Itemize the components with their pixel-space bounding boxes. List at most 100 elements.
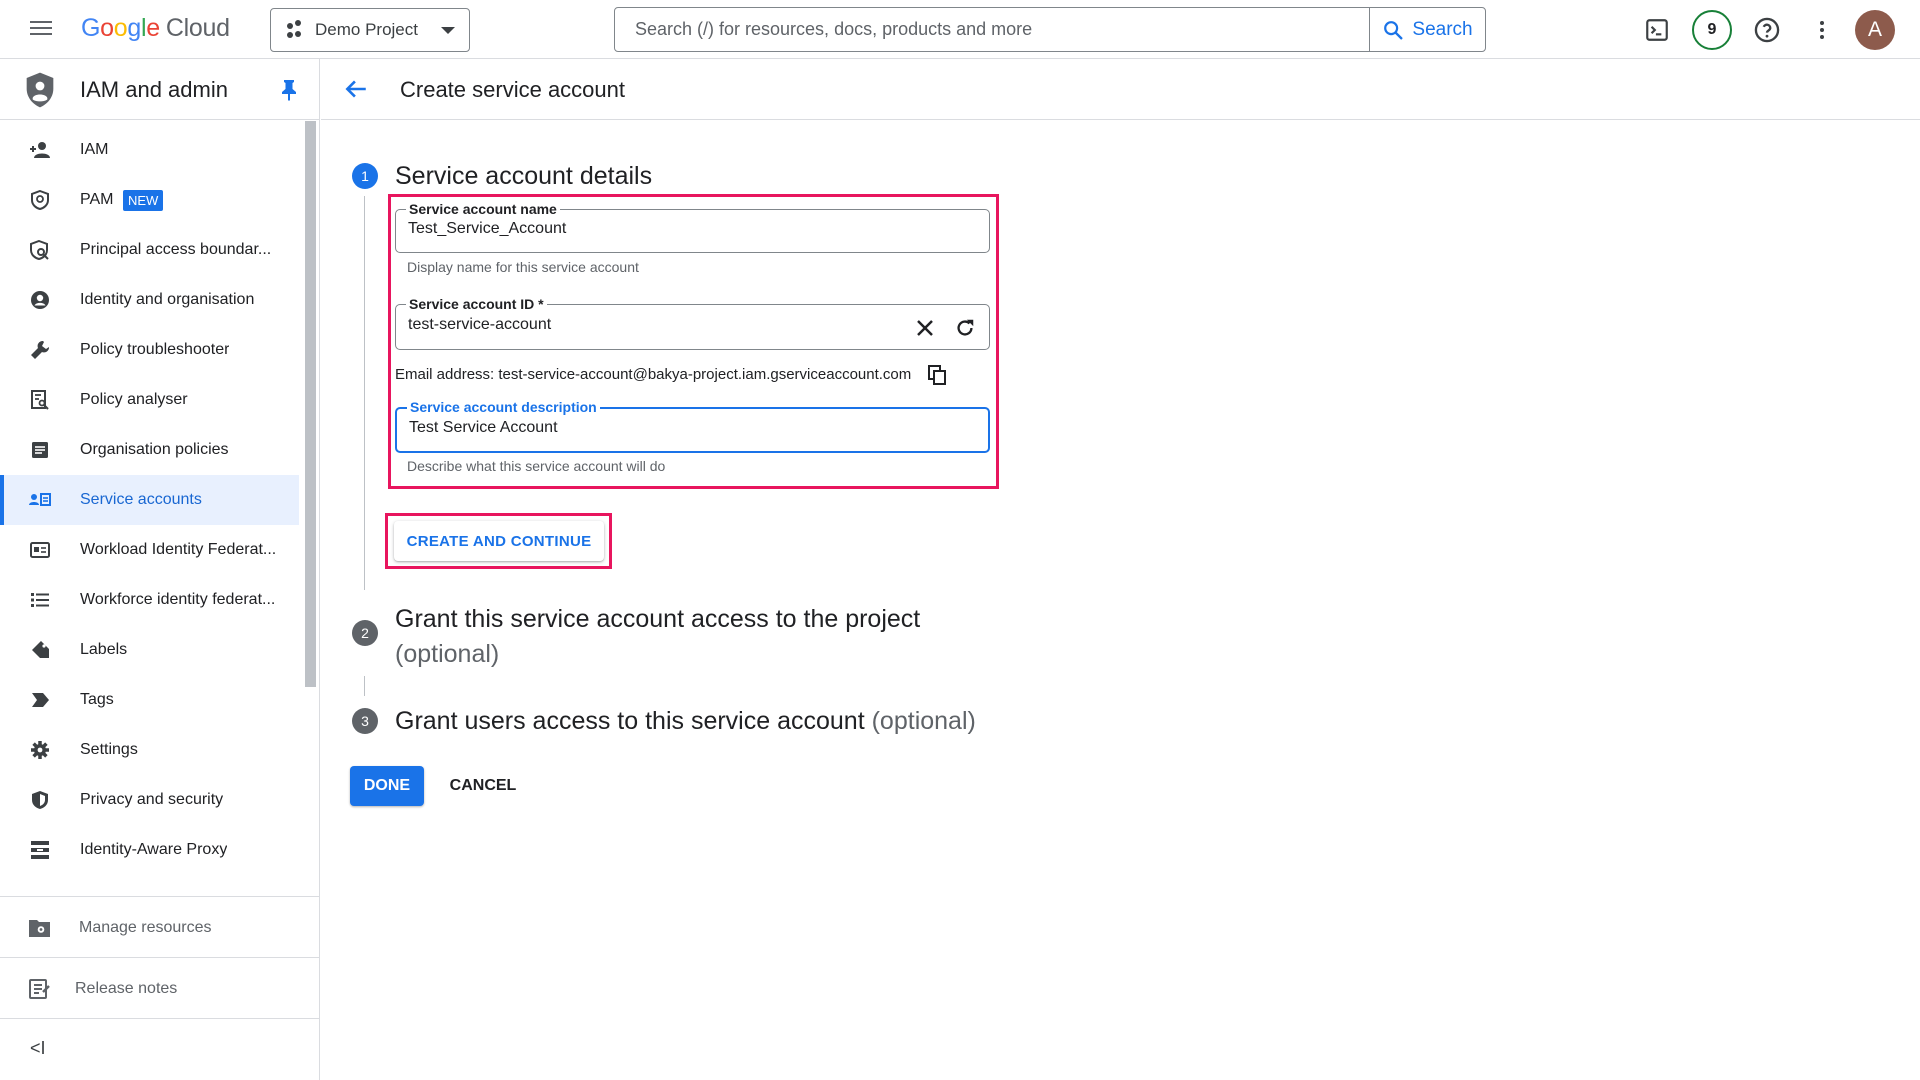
wrench-icon [28,338,52,362]
pin-icon[interactable] [280,79,298,101]
folder-gear-icon [29,920,50,937]
sidebar-item-policy-troubleshooter[interactable]: Policy troubleshooter [0,325,299,375]
collapse-sidebar-button[interactable]: <I [30,1038,46,1059]
sidebar-item-label: IAM [80,141,109,158]
search-button-label: Search [1412,18,1473,40]
shield-icon [28,788,52,812]
sidebar-scrollbar[interactable] [305,121,316,687]
search-button[interactable]: Search [1369,8,1485,51]
sidebar: IAM and admin IAM PAM NEW Principal access … [0,59,320,1080]
sidebar-item-label: Organisation policies [80,441,229,458]
sidebar-divider [0,1018,320,1019]
list-icon [28,588,52,612]
account-circle-icon [28,288,52,312]
search-input[interactable] [615,8,1369,51]
project-icon [285,20,305,40]
sidebar-title: IAM and admin [80,77,228,102]
page-title: Create service account [400,77,625,102]
top-bar: GoogleCloud Demo Project Search 9 A [0,0,1920,59]
id-card-icon [28,538,52,562]
step-3-number: 3 [352,708,378,734]
step-1-title[interactable]: Service account details [395,162,652,191]
avatar[interactable]: A [1855,10,1895,50]
sidebar-item-label: Tags [80,691,114,708]
shield-search-icon [28,238,52,262]
sidebar-item-label: Policy troubleshooter [80,341,230,358]
service-account-name-field: Service account name [395,201,990,253]
notifications-badge[interactable]: 9 [1692,10,1732,50]
sidebar-divider [0,957,320,958]
google-cloud-logo[interactable]: Google Cloud [81,14,230,43]
refresh-icon[interactable] [952,315,978,341]
copy-icon[interactable] [925,363,949,387]
step-3-title[interactable]: Grant users access to this service accou… [395,707,976,736]
shield-check-icon [28,188,52,212]
step-2-number: 2 [352,620,378,646]
new-badge: NEW [123,189,164,211]
label-icon [28,638,52,662]
service-account-id-field: Service account ID * [395,296,990,350]
sidebar-item-privacy-and-security[interactable]: Privacy and security [0,775,299,825]
logo-google: Google [81,14,160,42]
sidebar-item-label: Policy analyser [80,391,188,408]
name-helper-text: Display name for this service account [407,259,639,275]
description-helper-text: Describe what this service account will … [407,458,666,474]
sidebar-item-label: Identity and organisation [80,291,255,308]
service-account-name-input[interactable] [408,220,908,238]
sidebar-item-labels[interactable]: Labels [0,625,299,675]
tag-arrow-icon [28,688,52,712]
service-account-id-input[interactable] [408,316,888,334]
list-box-icon [28,438,52,462]
sidebar-item-release-notes[interactable]: Release notes [0,964,320,1014]
service-account-description-field: Service account description [395,399,990,453]
cancel-button[interactable]: CANCEL [440,766,526,806]
done-button[interactable]: DONE [350,766,424,806]
service-account-icon [28,488,52,512]
sidebar-item-service-accounts[interactable]: Service accounts [0,475,299,525]
project-selector[interactable]: Demo Project [270,8,470,52]
person-add-icon [28,138,52,162]
sidebar-item-manage-resources[interactable]: Manage resources [0,903,320,953]
id-field-label: Service account ID * [406,296,547,312]
service-account-description-input[interactable] [409,419,909,437]
sidebar-item-workforce-identity-federat[interactable]: Workforce identity federat... [0,575,299,625]
sidebar-item-iam[interactable]: IAM [0,125,299,175]
page-header: Create service account [321,59,1920,120]
caret-down-icon [441,26,455,34]
sidebar-item-identity-and-organisation[interactable]: Identity and organisation [0,275,299,325]
create-and-continue-button[interactable]: CREATE AND CONTINUE [394,521,604,561]
clear-icon[interactable] [912,315,938,341]
search-bar: Search [614,7,1486,52]
step-1-number: 1 [352,163,378,189]
iam-shield-icon [26,72,54,108]
step-3-title-text: Grant users access to this service accou… [395,707,865,735]
sidebar-item-label: Workload Identity Federat... [80,541,277,558]
logo-cloud: Cloud [165,14,230,42]
help-icon[interactable] [1750,13,1784,47]
menu-icon[interactable] [28,17,54,43]
terminal-icon[interactable] [1640,13,1674,47]
more-vert-icon[interactable] [1805,13,1839,47]
sidebar-item-policy-analyser[interactable]: Policy analyser [0,375,299,425]
sidebar-item-label: Labels [80,641,128,658]
sidebar-item-tags[interactable]: Tags [0,675,299,725]
step-2-title[interactable]: Grant this service account access to the… [395,602,1015,672]
search-icon [1384,20,1403,39]
sidebar-item-identity-aware-proxy[interactable]: Identity-Aware Proxy [0,825,299,875]
email-address-line: Email address: test-service-account@baky… [395,366,911,383]
back-arrow-icon[interactable] [343,76,369,102]
sidebar-item-organisation-policies[interactable]: Organisation policies [0,425,299,475]
sidebar-item-settings[interactable]: Settings [0,725,299,775]
sidebar-item-label: Identity-Aware Proxy [80,841,228,858]
document-search-icon [28,388,52,412]
sidebar-item-label: Settings [80,741,138,758]
email-prefix: Email address: [395,366,499,383]
gear-icon [28,738,52,762]
step-1-title-text: Service account details [395,162,653,190]
sidebar-divider [0,896,320,897]
sidebar-item-pam[interactable]: PAM NEW [0,175,299,225]
name-field-label: Service account name [406,201,560,217]
sidebar-item-label: Privacy and security [80,791,224,808]
sidebar-item-principal-access-boundar[interactable]: Principal access boundar... [0,225,299,275]
sidebar-item-workload-identity-federat[interactable]: Workload Identity Federat... [0,525,299,575]
